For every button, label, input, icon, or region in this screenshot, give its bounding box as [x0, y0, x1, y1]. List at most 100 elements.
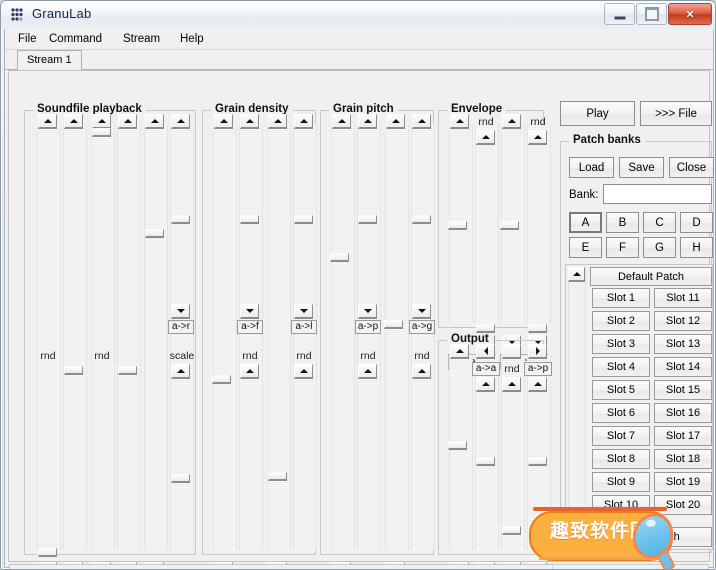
slot-button-18[interactable]: Slot 18	[654, 449, 712, 469]
slider-thumb-start[interactable]	[38, 548, 57, 557]
spin-up-attack-rnd[interactable]	[476, 130, 495, 145]
load-button[interactable]: Load	[569, 157, 614, 178]
slider-thumb-glength[interactable]	[268, 472, 287, 481]
slider-track-gliss-mod[interactable]	[411, 125, 435, 550]
slot-button-4[interactable]: Slot 4	[592, 357, 650, 377]
close-bank-button[interactable]: Close	[669, 157, 714, 178]
spin-left-amp-mod[interactable]	[476, 344, 495, 359]
slider-thumb-gliss[interactable]	[384, 320, 403, 329]
spin-right-pan-mod[interactable]	[528, 344, 547, 359]
slot-button-3[interactable]: Slot 3	[592, 334, 650, 354]
spin-scale-rate[interactable]	[171, 364, 190, 379]
slot-button-2[interactable]: Slot 2	[592, 311, 650, 331]
maximize-button[interactable]	[636, 3, 667, 25]
slider-thumb-pitch[interactable]	[330, 253, 349, 262]
slider-track-rate-mod[interactable]	[170, 125, 194, 550]
slot-button-9[interactable]: Slot 9	[592, 472, 650, 492]
slot-button-1[interactable]: Slot 1	[592, 288, 650, 308]
bank-button-c[interactable]: C	[643, 212, 676, 233]
spin-up-gliss-mod[interactable]	[412, 114, 431, 129]
slider-thumb-decay[interactable]	[500, 221, 519, 230]
slot-button-6[interactable]: Slot 6	[592, 403, 650, 423]
spin-up-freq-mod[interactable]	[240, 114, 259, 129]
slot-button-13[interactable]: Slot 13	[654, 334, 712, 354]
menu-stream[interactable]: Stream	[118, 32, 165, 46]
spin-up-amp-mod[interactable]	[476, 377, 495, 392]
menu-file[interactable]: File	[13, 32, 42, 46]
slot-button-5[interactable]: Slot 5	[592, 380, 650, 400]
tab-stream-1[interactable]: Stream 1	[17, 50, 82, 70]
spin-up-pan-mod[interactable]	[528, 377, 547, 392]
spin-up-glength-mod[interactable]	[294, 114, 313, 129]
slider-thumb-rate-scale[interactable]	[171, 474, 190, 483]
slider-thumb-decay-rnd[interactable]	[528, 324, 547, 333]
play-button[interactable]: Play	[560, 101, 635, 126]
bank-input[interactable]	[603, 184, 712, 204]
route-box-glength[interactable]: a->l	[291, 320, 317, 334]
minimize-button[interactable]	[604, 3, 635, 25]
slider-thumb-attack-rnd[interactable]	[476, 324, 495, 333]
spin-up-pan[interactable]	[502, 377, 521, 392]
slider-track-freq-mod[interactable]	[239, 125, 263, 550]
spin-up-decay-rnd[interactable]	[528, 130, 547, 145]
slot-button-11[interactable]: Slot 11	[654, 288, 712, 308]
current-patch-button[interactable]: Default Patch	[590, 267, 712, 286]
slider-track-glength[interactable]	[267, 125, 291, 550]
route-box-pitch[interactable]: a->p	[355, 320, 381, 334]
route-box-pan[interactable]: a->p	[524, 362, 552, 376]
bank-button-d[interactable]: D	[680, 212, 713, 233]
slider-thumb-freq[interactable]	[212, 375, 231, 384]
bank-button-a[interactable]: A	[569, 212, 602, 233]
slider-track-attack-rnd[interactable]	[475, 125, 499, 323]
slider-thumb-amp[interactable]	[448, 441, 467, 450]
spin-rnd-gliss[interactable]	[412, 364, 431, 379]
slider-track-pitch-mod[interactable]	[357, 125, 381, 550]
bank-button-e[interactable]: E	[569, 237, 602, 258]
spin-up-glength[interactable]	[268, 114, 287, 129]
route-box-freq[interactable]: a->f	[237, 320, 263, 334]
file-button[interactable]: >>> File	[640, 101, 712, 126]
slider-thumb-rate[interactable]	[145, 229, 164, 238]
slot-button-19[interactable]: Slot 19	[654, 472, 712, 492]
slider-thumb-gliss-mod[interactable]	[412, 215, 431, 224]
spin-up-gliss[interactable]	[386, 114, 405, 129]
slider-thumb-glength-mod[interactable]	[294, 215, 313, 224]
bank-button-f[interactable]: F	[606, 237, 639, 258]
spin-rnd-glength[interactable]	[294, 364, 313, 379]
bank-button-b[interactable]: B	[606, 212, 639, 233]
spin-up-freq[interactable]	[214, 114, 233, 129]
slider-track-gliss[interactable]	[385, 125, 409, 550]
slider-thumb-freq-mod[interactable]	[240, 215, 259, 224]
spin-up-pitch-mod[interactable]	[358, 114, 377, 129]
slider-track-glength-mod[interactable]	[293, 125, 317, 550]
slider-thumb-pitch-mod[interactable]	[358, 215, 377, 224]
slot-button-14[interactable]: Slot 14	[654, 357, 712, 377]
spin-up-rate[interactable]	[145, 114, 164, 129]
menu-help[interactable]: Help	[175, 32, 209, 46]
slot-button-7[interactable]: Slot 7	[592, 426, 650, 446]
slot-button-12[interactable]: Slot 12	[654, 311, 712, 331]
menu-command[interactable]: Command	[44, 32, 107, 46]
slider-thumb-pan-mod[interactable]	[528, 457, 547, 466]
slider-thumb-attack[interactable]	[448, 221, 467, 230]
spin-rnd-pitch[interactable]	[358, 364, 377, 379]
spin-rnd-freq[interactable]	[240, 364, 259, 379]
slider-thumb-rate-mod[interactable]	[171, 215, 190, 224]
slider-track-start-rnd[interactable]	[63, 125, 87, 550]
route-box-gliss[interactable]: a->g	[409, 320, 435, 334]
save-button[interactable]: Save	[619, 157, 664, 178]
slot-button-15[interactable]: Slot 15	[654, 380, 712, 400]
slot-button-16[interactable]: Slot 16	[654, 403, 712, 423]
close-button[interactable]: ×	[668, 3, 712, 25]
spin-up-start[interactable]	[38, 114, 57, 129]
spin-up-length[interactable]	[92, 114, 111, 129]
route-box-rate[interactable]: a->r	[168, 320, 194, 334]
bank-button-g[interactable]: G	[643, 237, 676, 258]
spin-up-amp[interactable]	[450, 344, 469, 359]
bank-button-h[interactable]: H	[680, 237, 713, 258]
slider-track-amp[interactable]	[449, 355, 473, 550]
spin-up-length-rnd[interactable]	[118, 114, 137, 129]
spin-route-rate[interactable]	[171, 304, 190, 319]
spin-route-glength[interactable]	[294, 304, 313, 319]
slot-button-8[interactable]: Slot 8	[592, 449, 650, 469]
